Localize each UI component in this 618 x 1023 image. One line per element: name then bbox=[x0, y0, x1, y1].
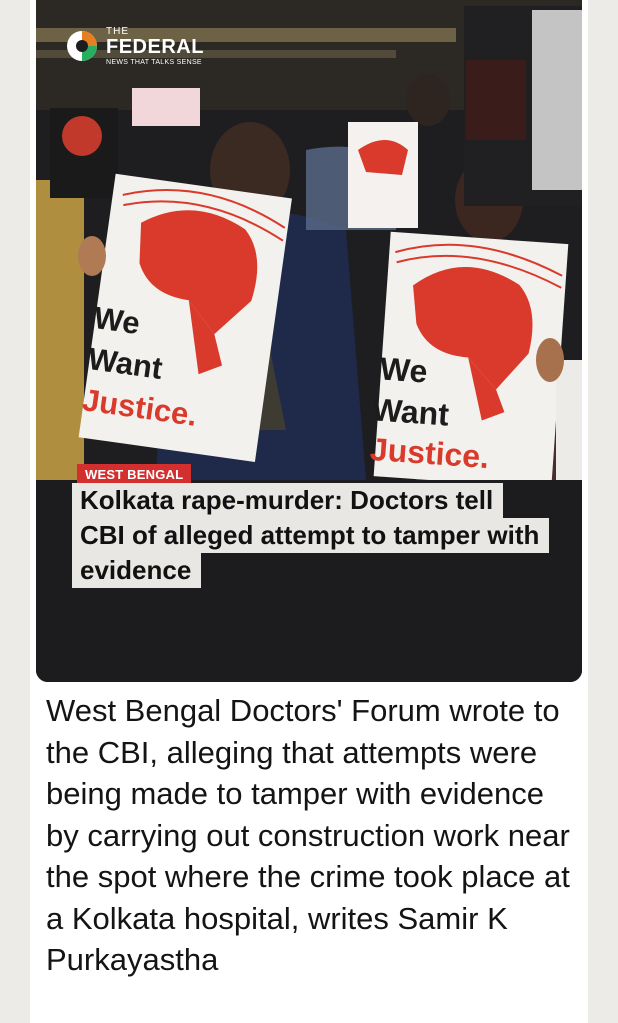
placard-right-want: Want bbox=[370, 391, 451, 433]
the-federal-logo-icon bbox=[67, 31, 97, 61]
headline[interactable]: Kolkata rape-murder: Doctors tell CBI of… bbox=[72, 483, 550, 588]
article-image[interactable]: We Want Justice. We Want Justice. THE FE… bbox=[36, 0, 582, 682]
placard-right-justice: Justice. bbox=[368, 430, 491, 476]
logo-name: FEDERAL bbox=[106, 36, 204, 58]
placard-left-we: We bbox=[91, 299, 143, 342]
headline-text: Kolkata rape-murder: Doctors tell CBI of… bbox=[72, 483, 550, 588]
category-badge[interactable]: WEST BENGAL bbox=[77, 464, 192, 485]
placard-right-we: We bbox=[378, 350, 429, 390]
logo-tagline: NEWS THAT TALKS SENSE bbox=[106, 59, 202, 66]
article-summary[interactable]: West Bengal Doctors' Forum wrote to the … bbox=[46, 690, 576, 981]
news-card[interactable]: We Want Justice. We Want Justice. THE FE… bbox=[30, 0, 588, 1023]
